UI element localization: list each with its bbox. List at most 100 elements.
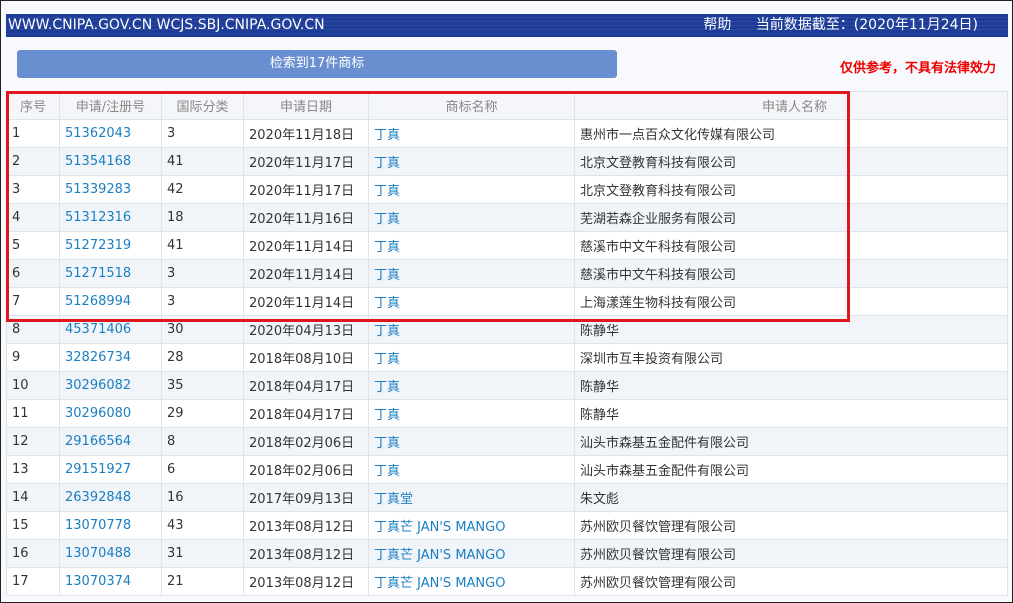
- trademark-name-link[interactable]: 丁真: [368, 427, 575, 456]
- intl-class: 6: [161, 455, 244, 484]
- intl-class: 31: [161, 539, 244, 568]
- row-index: 1: [6, 119, 60, 148]
- trademark-name-link[interactable]: 丁真: [368, 399, 575, 428]
- table-row: 13 29151927 6 2018年02月06日 丁真 汕头市森基五金配件有限公司: [6, 455, 1008, 484]
- intl-class: 41: [161, 147, 244, 176]
- row-index: 10: [6, 371, 60, 400]
- applicant-name: 陈静华: [574, 371, 1008, 400]
- trademark-table: 序号 申请/注册号 国际分类 申请日期 商标名称 申请人名称 1 51362043…: [6, 91, 1008, 596]
- applicant-name: 苏州欧贝餐饮管理有限公司: [574, 539, 1008, 568]
- reg-number-link[interactable]: 45371406: [59, 315, 162, 344]
- trademark-name-link[interactable]: 丁真: [368, 259, 575, 288]
- intl-class: 35: [161, 371, 244, 400]
- trademark-name-link[interactable]: 丁真: [368, 343, 575, 372]
- reg-number-link[interactable]: 29151927: [59, 455, 162, 484]
- application-date: 2013年08月12日: [243, 567, 369, 596]
- col-class: 国际分类: [161, 91, 244, 120]
- table-row: 15 13070778 43 2013年08月12日 丁真芒 JAN'S MANGO 苏州…: [6, 511, 1008, 540]
- application-date: 2020年11月16日: [243, 203, 369, 232]
- applicant-name: 慈溪市中文午科技有限公司: [574, 231, 1008, 260]
- page-frame: WWW.CNIPA.GOV.CN WCJS.SBJ.CNIPA.GOV.CN 帮…: [0, 0, 1013, 603]
- intl-class: 16: [161, 483, 244, 512]
- reg-number-link[interactable]: 32826734: [59, 343, 162, 372]
- row-index: 6: [6, 259, 60, 288]
- intl-class: 42: [161, 175, 244, 204]
- trademark-name-link[interactable]: 丁真芒 JAN'S MANGO: [368, 511, 575, 540]
- row-index: 17: [6, 567, 60, 596]
- table-row: 7 51268994 3 2020年11月14日 丁真 上海漾莲生物科技有限公司: [6, 287, 1008, 316]
- table-row: 10 30296082 35 2018年04月17日 丁真 陈静华: [6, 371, 1008, 400]
- applicant-name: 陈静华: [574, 315, 1008, 344]
- trademark-name-link[interactable]: 丁真: [368, 175, 575, 204]
- application-date: 2017年09月13日: [243, 483, 369, 512]
- application-date: 2018年04月17日: [243, 371, 369, 400]
- row-index: 7: [6, 287, 60, 316]
- trademark-name-link[interactable]: 丁真: [368, 147, 575, 176]
- site-urls: WWW.CNIPA.GOV.CN WCJS.SBJ.CNIPA.GOV.CN: [8, 17, 325, 33]
- col-trademark: 商标名称: [368, 91, 575, 120]
- applicant-name: 惠州市一点百众文化传媒有限公司: [574, 119, 1008, 148]
- row-index: 5: [6, 231, 60, 260]
- trademark-name-link[interactable]: 丁真堂: [368, 483, 575, 512]
- reg-number-link[interactable]: 30296082: [59, 371, 162, 400]
- applicant-name: 深圳市互丰投资有限公司: [574, 343, 1008, 372]
- row-index: 3: [6, 175, 60, 204]
- col-applicant: 申请人名称: [574, 91, 1008, 120]
- trademark-name-link[interactable]: 丁真: [368, 455, 575, 484]
- table-row: 2 51354168 41 2020年11月17日 丁真 北京文登教育科技有限公司: [6, 147, 1008, 176]
- applicant-name: 慈溪市中文午科技有限公司: [574, 259, 1008, 288]
- reg-number-link[interactable]: 51354168: [59, 147, 162, 176]
- applicant-name: 陈静华: [574, 399, 1008, 428]
- reg-number-link[interactable]: 51339283: [59, 175, 162, 204]
- trademark-name-link[interactable]: 丁真: [368, 315, 575, 344]
- disclaimer: 仅供参考，不具有法律效力: [839, 61, 996, 76]
- trademark-name-link[interactable]: 丁真芒 JAN'S MANGO: [368, 567, 575, 596]
- application-date: 2020年11月18日: [243, 119, 369, 148]
- top-bar: WWW.CNIPA.GOV.CN WCJS.SBJ.CNIPA.GOV.CN 帮…: [6, 14, 1008, 37]
- reg-number-link[interactable]: 29166564: [59, 427, 162, 456]
- reg-number-link[interactable]: 26392848: [59, 483, 162, 512]
- reg-number-link[interactable]: 51312316: [59, 203, 162, 232]
- reg-number-link[interactable]: 13070374: [59, 567, 162, 596]
- reg-number-link[interactable]: 51272319: [59, 231, 162, 260]
- application-date: 2018年02月06日: [243, 455, 369, 484]
- table-row: 8 45371406 30 2020年04月13日 丁真 陈静华: [6, 315, 1008, 344]
- application-date: 2020年11月14日: [243, 259, 369, 288]
- application-date: 2018年04月17日: [243, 399, 369, 428]
- trademark-name-link[interactable]: 丁真: [368, 287, 575, 316]
- table-row: 1 51362043 3 2020年11月18日 丁真 惠州市一点百众文化传媒有限公司: [6, 119, 1008, 148]
- intl-class: 8: [161, 427, 244, 456]
- trademark-name-link[interactable]: 丁真: [368, 119, 575, 148]
- data-date: 当前数据截至：(2020年11月24日): [755, 17, 978, 33]
- applicant-name: 北京文登教育科技有限公司: [574, 175, 1008, 204]
- application-date: 2013年08月12日: [243, 539, 369, 568]
- reg-number-link[interactable]: 13070488: [59, 539, 162, 568]
- reg-number-link[interactable]: 51362043: [59, 119, 162, 148]
- applicant-name: 朱文彪: [574, 483, 1008, 512]
- trademark-name-link[interactable]: 丁真: [368, 203, 575, 232]
- row-index: 14: [6, 483, 60, 512]
- table-row: 14 26392848 16 2017年09月13日 丁真堂 朱文彪: [6, 483, 1008, 512]
- application-date: 2013年08月12日: [243, 511, 369, 540]
- reg-number-link[interactable]: 51268994: [59, 287, 162, 316]
- row-index: 15: [6, 511, 60, 540]
- reg-number-link[interactable]: 30296080: [59, 399, 162, 428]
- table-row: 9 32826734 28 2018年08月10日 丁真 深圳市互丰投资有限公司: [6, 343, 1008, 372]
- trademark-name-link[interactable]: 丁真: [368, 231, 575, 260]
- intl-class: 3: [161, 119, 244, 148]
- search-result-button[interactable]: 检索到17件商标: [17, 50, 617, 78]
- intl-class: 28: [161, 343, 244, 372]
- trademark-name-link[interactable]: 丁真: [368, 371, 575, 400]
- application-date: 2020年11月14日: [243, 231, 369, 260]
- trademark-name-link[interactable]: 丁真芒 JAN'S MANGO: [368, 539, 575, 568]
- reg-number-link[interactable]: 51271518: [59, 259, 162, 288]
- applicant-name: 苏州欧贝餐饮管理有限公司: [574, 567, 1008, 596]
- row-index: 16: [6, 539, 60, 568]
- help-link[interactable]: 帮助: [703, 17, 731, 33]
- application-date: 2020年11月17日: [243, 147, 369, 176]
- table-row: 6 51271518 3 2020年11月14日 丁真 慈溪市中文午科技有限公司: [6, 259, 1008, 288]
- row-index: 8: [6, 315, 60, 344]
- reg-number-link[interactable]: 13070778: [59, 511, 162, 540]
- application-date: 2020年04月13日: [243, 315, 369, 344]
- applicant-name: 汕头市森基五金配件有限公司: [574, 427, 1008, 456]
